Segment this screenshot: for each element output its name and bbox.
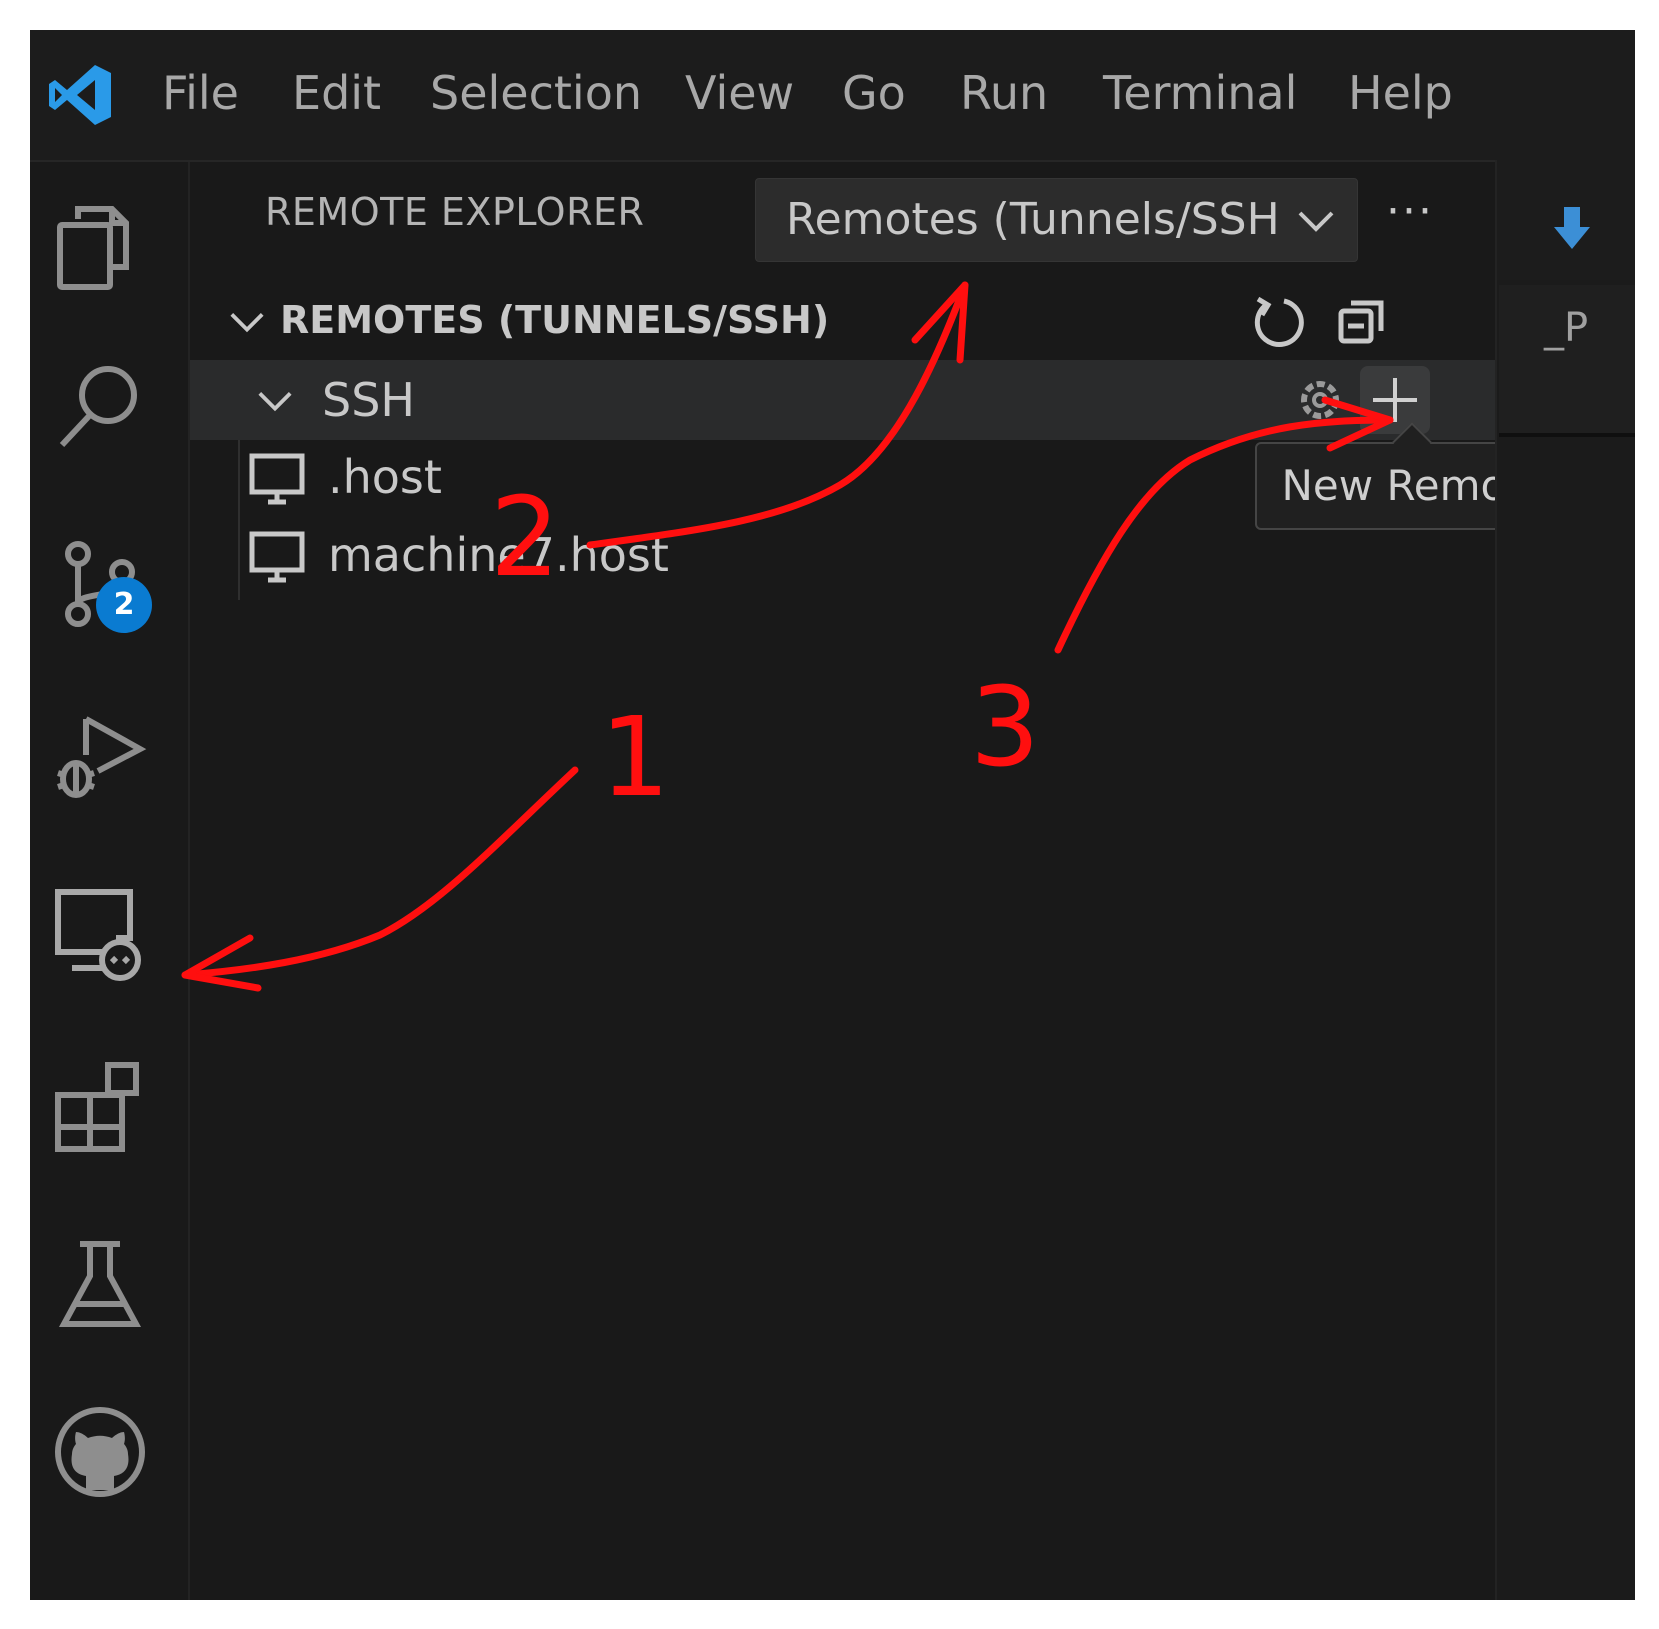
new-remote-button[interactable] xyxy=(1360,366,1430,434)
ssh-group-row[interactable]: SSH xyxy=(190,360,1495,440)
host-item[interactable]: machine7.host xyxy=(248,520,848,592)
source-control-badge: 2 xyxy=(96,577,152,633)
search-icon[interactable] xyxy=(50,357,150,457)
editor-area: _P xyxy=(1495,160,1635,1600)
remotes-section-header[interactable]: REMOTES (TUNNELS/SSH) xyxy=(190,285,1490,355)
menu-file[interactable]: File xyxy=(162,63,239,123)
refresh-icon[interactable] xyxy=(1250,293,1306,349)
collapse-all-icon[interactable] xyxy=(1335,293,1391,349)
panel-title: REMOTE EXPLORER xyxy=(265,190,645,234)
remote-explorer-icon[interactable] xyxy=(50,882,150,982)
plus-icon xyxy=(1373,378,1417,422)
activity-bar: 2 xyxy=(30,162,190,1600)
host-label: .host xyxy=(328,450,442,504)
menu-bar: File Edit Selection View Go Run Terminal… xyxy=(30,30,1635,162)
tree-indent-guide xyxy=(238,440,240,600)
extensions-icon[interactable] xyxy=(50,1057,150,1157)
vscode-window: File Edit Selection View Go Run Terminal… xyxy=(30,30,1635,1600)
menu-selection[interactable]: Selection xyxy=(430,63,642,123)
host-label: machine7.host xyxy=(328,528,669,582)
download-icon[interactable] xyxy=(1552,205,1592,251)
menu-view[interactable]: View xyxy=(685,63,794,123)
editor-tab-bar xyxy=(1497,160,1635,280)
monitor-icon xyxy=(249,453,305,505)
section-title: REMOTES (TUNNELS/SSH) xyxy=(280,298,830,342)
files-icon[interactable] xyxy=(50,197,150,297)
menu-help[interactable]: Help xyxy=(1348,63,1453,123)
menu-run[interactable]: Run xyxy=(960,63,1048,123)
more-actions-button[interactable]: ··· xyxy=(1375,190,1445,242)
monitor-icon xyxy=(249,531,305,583)
remotes-dropdown[interactable]: Remotes (Tunnels/SSH xyxy=(755,178,1358,262)
chevron-down-icon xyxy=(230,313,264,333)
github-icon[interactable] xyxy=(50,1402,150,1502)
gear-icon[interactable] xyxy=(1290,370,1350,430)
editor-panel-fragment: _P xyxy=(1499,285,1635,437)
menu-go[interactable]: Go xyxy=(842,63,906,123)
testing-icon[interactable] xyxy=(50,1232,150,1332)
vscode-logo-icon xyxy=(45,60,115,130)
menu-terminal[interactable]: Terminal xyxy=(1103,63,1297,123)
menu-edit[interactable]: Edit xyxy=(292,63,381,123)
chevron-down-icon xyxy=(258,392,292,412)
host-item[interactable]: .host xyxy=(248,442,848,514)
ssh-group-label: SSH xyxy=(322,373,415,427)
editor-text-fragment: _P xyxy=(1544,305,1589,351)
dropdown-value: Remotes (Tunnels/SSH xyxy=(786,194,1276,245)
chevron-down-icon xyxy=(1298,211,1334,232)
run-debug-icon[interactable] xyxy=(50,707,150,807)
